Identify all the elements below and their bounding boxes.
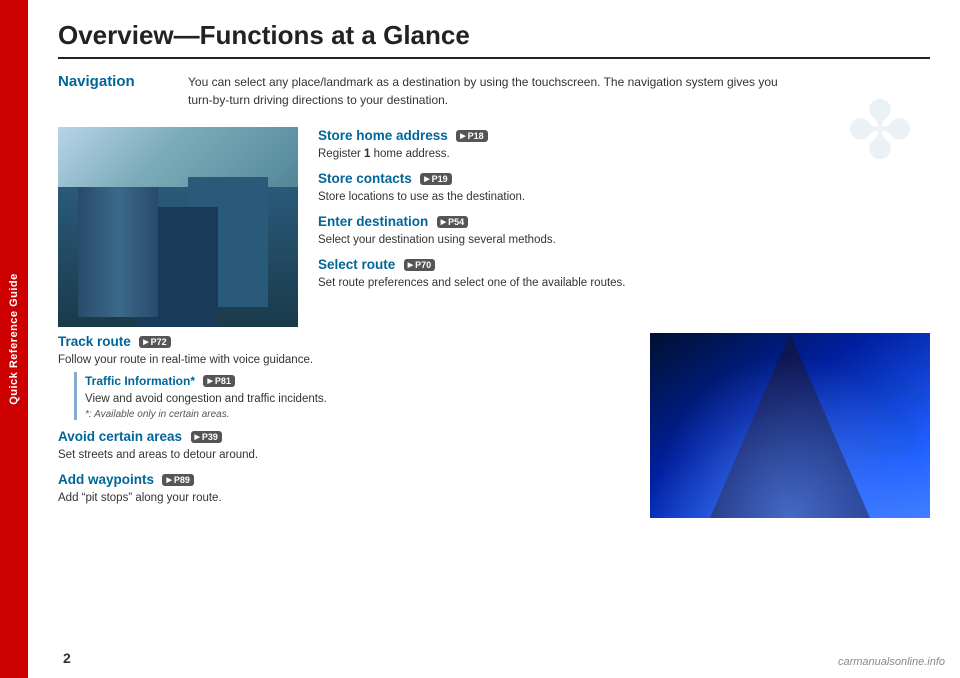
feature-title-avoid-areas: Avoid certain areas: [58, 429, 182, 444]
feature-desc-select-route: Set route preferences and select one of …: [318, 275, 930, 291]
main-content: Overview—Functions at a Glance Navigatio…: [28, 0, 960, 678]
navigation-section: Navigation You can select any place/land…: [58, 73, 930, 109]
feature-avoid-areas: Avoid certain areas P39 Set streets and …: [58, 428, 630, 463]
feature-title-store-contacts: Store contacts: [318, 171, 412, 186]
feature-enter-destination: Enter destination P54 Select your destin…: [318, 213, 930, 248]
building-image: [58, 127, 298, 327]
upper-content: Store home address P18 Register 1 home a…: [58, 127, 930, 327]
traffic-asterisk-note: *: Available only in certain areas.: [85, 409, 630, 420]
s-watermark: S: [858, 363, 925, 478]
sidebar: Quick Reference Guide: [0, 0, 28, 678]
lower-section: Track route P72 Follow your route in rea…: [58, 333, 930, 518]
feature-desc-enter-destination: Select your destination using several me…: [318, 232, 930, 248]
sub-feature-traffic: Traffic Information* P81 View and avoid …: [74, 372, 630, 420]
feature-desc-avoid-areas: Set streets and areas to detour around.: [58, 447, 630, 463]
feature-title-select-route: Select route: [318, 257, 395, 272]
feature-title-store-home: Store home address: [318, 128, 448, 143]
feature-title-add-waypoints: Add waypoints: [58, 472, 154, 487]
page-ref-p72[interactable]: P72: [139, 336, 170, 348]
sub-feature-title-traffic: Traffic Information*: [85, 374, 195, 388]
page-ref-p89[interactable]: P89: [162, 474, 193, 486]
navigation-label-container: Navigation: [58, 73, 188, 109]
feature-desc-track-route: Follow your route in real-time with voic…: [58, 352, 630, 368]
page-ref-p81[interactable]: P81: [203, 375, 234, 387]
sidebar-label: Quick Reference Guide: [8, 273, 20, 405]
page-ref-p70[interactable]: P70: [404, 259, 435, 271]
watermark: carmanualsonline.info: [838, 656, 945, 668]
feature-title-enter-destination: Enter destination: [318, 214, 428, 229]
page-ref-p39[interactable]: P39: [191, 431, 222, 443]
sub-feature-desc-traffic: View and avoid congestion and traffic in…: [85, 391, 630, 407]
page-ref-p19[interactable]: P19: [420, 173, 451, 185]
feature-desc-add-waypoints: Add “pit stops” along your route.: [58, 490, 630, 506]
feature-desc-store-contacts: Store locations to use as the destinatio…: [318, 189, 930, 205]
lower-left-features: Track route P72 Follow your route in rea…: [58, 333, 630, 518]
feature-add-waypoints: Add waypoints P89 Add “pit stops” along …: [58, 471, 630, 506]
page-title: Overview—Functions at a Glance: [58, 20, 930, 59]
page-ref-p18[interactable]: P18: [456, 130, 487, 142]
page-number: 2: [63, 650, 71, 666]
navigation-description: You can select any place/landmark as a d…: [188, 73, 930, 109]
navigation-label: Navigation: [58, 73, 135, 90]
feature-title-track-route: Track route: [58, 334, 131, 349]
feature-select-route: Select route P70 Set route preferences a…: [318, 256, 930, 291]
compass-watermark-icon: ✤: [830, 80, 930, 180]
feature-track-route: Track route P72 Follow your route in rea…: [58, 333, 630, 420]
page-ref-p54[interactable]: P54: [437, 216, 468, 228]
